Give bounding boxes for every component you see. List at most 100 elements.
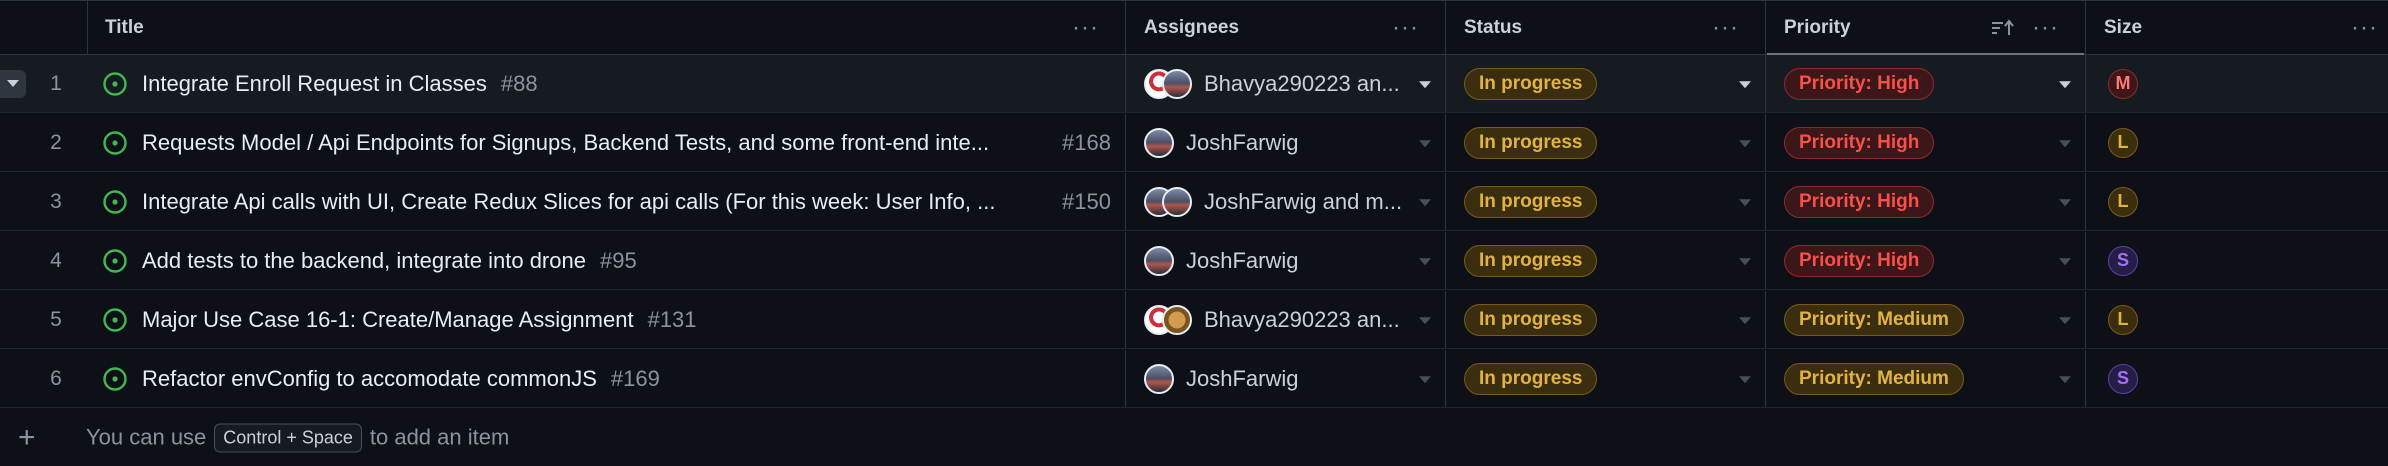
- issue-title-link[interactable]: Major Use Case 16-1: Create/Manage Assig…: [142, 307, 634, 333]
- column-priority-menu-icon[interactable]: ···: [2032, 14, 2059, 42]
- priority-cell[interactable]: Priority: High: [1766, 173, 2086, 230]
- status-cell[interactable]: In progress: [1446, 173, 1766, 230]
- size-cell[interactable]: L: [2086, 173, 2388, 230]
- assignees-cell[interactable]: Bhavya290223 an...: [1126, 291, 1446, 348]
- avatar: [1144, 245, 1174, 276]
- column-priority-label: Priority: [1784, 16, 1851, 38]
- size-cell[interactable]: S: [2086, 350, 2388, 407]
- column-header-size[interactable]: Size ···: [2086, 1, 2388, 54]
- status-cell[interactable]: In progress: [1446, 114, 1766, 171]
- priority-cell[interactable]: Priority: High: [1766, 55, 2086, 112]
- table-row[interactable]: 3 Integrate Api calls with UI, Create Re…: [0, 173, 2388, 231]
- status-cell[interactable]: In progress: [1446, 291, 1766, 348]
- column-size-label: Size: [2104, 16, 2143, 38]
- issue-number: #168: [1062, 129, 1111, 155]
- avatar: [1162, 304, 1192, 335]
- issue-title-link[interactable]: Integrate Api calls with UI, Create Redu…: [142, 189, 995, 215]
- size-cell[interactable]: L: [2086, 114, 2388, 171]
- column-title-menu-icon[interactable]: ···: [1072, 14, 1099, 42]
- chevron-down-icon[interactable]: [1419, 139, 1431, 147]
- chevron-down-icon[interactable]: [1739, 198, 1751, 206]
- priority-cell[interactable]: Priority: Medium: [1766, 291, 2086, 348]
- title-cell[interactable]: Requests Model / Api Endpoints for Signu…: [88, 114, 1126, 171]
- title-cell[interactable]: Refactor envConfig to accomodate commonJ…: [88, 350, 1126, 407]
- table-row[interactable]: 1 Integrate Enroll Request in Classes #8…: [0, 55, 2388, 113]
- column-header-assignees[interactable]: Assignees ···: [1126, 1, 1446, 54]
- chevron-down-icon[interactable]: [1419, 375, 1431, 383]
- status-cell[interactable]: In progress: [1446, 350, 1766, 407]
- status-badge: In progress: [1464, 362, 1598, 395]
- priority-badge: Priority: High: [1784, 244, 1935, 277]
- chevron-down-icon[interactable]: [1419, 80, 1431, 88]
- chevron-down-icon[interactable]: [1419, 316, 1431, 324]
- status-badge: In progress: [1464, 303, 1598, 336]
- chevron-down-icon[interactable]: [1419, 257, 1431, 265]
- add-item-row[interactable]: + You can use Control + Space to add an …: [0, 409, 2388, 466]
- column-status-menu-icon[interactable]: ···: [1712, 14, 1739, 42]
- issue-title-link[interactable]: Integrate Enroll Request in Classes: [142, 71, 487, 97]
- chevron-down-icon[interactable]: [2059, 80, 2071, 88]
- priority-cell[interactable]: Priority: High: [1766, 114, 2086, 171]
- assignees-cell[interactable]: JoshFarwig: [1126, 232, 1446, 289]
- title-cell[interactable]: Add tests to the backend, integrate into…: [88, 232, 1126, 289]
- chevron-down-icon[interactable]: [2059, 375, 2071, 383]
- chevron-down-icon[interactable]: [1739, 139, 1751, 147]
- table-row[interactable]: 6 Refactor envConfig to accomodate commo…: [0, 350, 2388, 408]
- issue-title-link[interactable]: Refactor envConfig to accomodate commonJ…: [142, 366, 597, 392]
- priority-cell[interactable]: Priority: High: [1766, 232, 2086, 289]
- status-cell[interactable]: In progress: [1446, 55, 1766, 112]
- issue-number: #95: [599, 247, 637, 273]
- avatar-group: [1144, 304, 1192, 335]
- column-assignees-menu-icon[interactable]: ···: [1392, 14, 1419, 42]
- table-row[interactable]: 5 Major Use Case 16-1: Create/Manage Ass…: [0, 291, 2388, 349]
- row-number-cell: 1: [0, 55, 88, 112]
- column-header-title[interactable]: Title ···: [88, 1, 1126, 54]
- chevron-down-icon[interactable]: [1739, 80, 1751, 88]
- table-row[interactable]: 4 Add tests to the backend, integrate in…: [0, 232, 2388, 290]
- issue-number: #169: [610, 365, 660, 391]
- assignees-cell[interactable]: Bhavya290223 an...: [1126, 55, 1446, 112]
- avatar-group: [1144, 363, 1174, 394]
- chevron-down-icon[interactable]: [1419, 198, 1431, 206]
- issue-title-link[interactable]: Add tests to the backend, integrate into…: [142, 248, 586, 274]
- column-header-status[interactable]: Status ···: [1446, 1, 1766, 54]
- chevron-down-icon[interactable]: [2059, 198, 2071, 206]
- size-cell[interactable]: M: [2086, 55, 2388, 112]
- issue-opened-icon: [103, 130, 127, 155]
- avatar: [1162, 68, 1192, 99]
- assignees-cell[interactable]: JoshFarwig: [1126, 350, 1446, 407]
- avatar-group: [1144, 127, 1174, 158]
- priority-badge: Priority: Medium: [1784, 362, 1964, 395]
- table-row[interactable]: 2 Requests Model / Api Endpoints for Sig…: [0, 114, 2388, 172]
- row-number-header: [0, 1, 88, 54]
- issue-number: #150: [1062, 188, 1111, 214]
- status-cell[interactable]: In progress: [1446, 232, 1766, 289]
- assignees-text: Bhavya290223 an...: [1204, 306, 1400, 332]
- plus-icon[interactable]: +: [18, 422, 36, 453]
- size-badge: M: [2108, 68, 2138, 99]
- chevron-down-icon[interactable]: [1739, 375, 1751, 383]
- sort-ascending-icon[interactable]: [1991, 18, 2015, 37]
- priority-cell[interactable]: Priority: Medium: [1766, 350, 2086, 407]
- keyboard-shortcut: Control + Space: [214, 423, 362, 452]
- chevron-down-icon[interactable]: [2059, 257, 2071, 265]
- issue-opened-icon: [103, 366, 127, 391]
- size-cell[interactable]: S: [2086, 232, 2388, 289]
- title-cell[interactable]: Major Use Case 16-1: Create/Manage Assig…: [88, 291, 1126, 348]
- size-cell[interactable]: L: [2086, 291, 2388, 348]
- chevron-down-icon[interactable]: [2059, 316, 2071, 324]
- chevron-down-icon[interactable]: [2059, 139, 2071, 147]
- title-cell[interactable]: Integrate Enroll Request in Classes #88: [88, 55, 1126, 112]
- assignees-cell[interactable]: JoshFarwig and m...: [1126, 173, 1446, 230]
- chevron-down-icon[interactable]: [1739, 257, 1751, 265]
- avatar: [1144, 363, 1174, 394]
- assignees-cell[interactable]: JoshFarwig: [1126, 114, 1446, 171]
- title-cell[interactable]: Integrate Api calls with UI, Create Redu…: [88, 173, 1126, 230]
- add-item-hint-before: You can use: [86, 424, 207, 450]
- chevron-down-icon[interactable]: [1739, 316, 1751, 324]
- column-size-menu-icon[interactable]: ···: [2351, 14, 2378, 42]
- priority-badge: Priority: High: [1784, 67, 1935, 100]
- column-header-priority[interactable]: Priority ···: [1766, 1, 2086, 54]
- row-number: 3: [50, 189, 62, 213]
- issue-title-link[interactable]: Requests Model / Api Endpoints for Signu…: [142, 130, 989, 156]
